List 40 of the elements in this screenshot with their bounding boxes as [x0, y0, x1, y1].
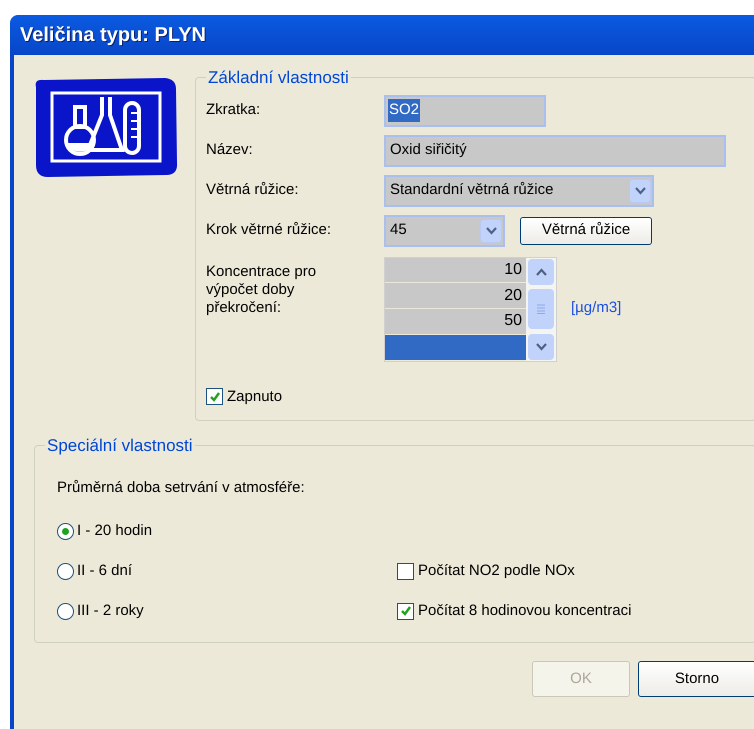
dialog-button[interactable]: Storno — [638, 661, 754, 697]
radio-label: III - 2 roky — [77, 600, 144, 621]
dropdown-value: Standardní větrná růžice — [390, 180, 554, 200]
field-label: Název: — [206, 140, 254, 160]
field-label: Koncentrace pro výpočet doby překročení: — [206, 262, 318, 316]
radio-button[interactable] — [57, 562, 74, 580]
radio-label: II - 6 dní — [77, 560, 132, 581]
group-title: Základní vlastnosti — [207, 67, 350, 89]
checkbox[interactable] — [397, 602, 414, 620]
checkbox-label: Počítat 8 hodinovou koncentraci — [418, 600, 632, 621]
wind-rose-button[interactable]: Větrná růžice — [520, 216, 652, 244]
list-row[interactable] — [385, 334, 526, 360]
unit-label: [µg/m3] — [571, 298, 622, 318]
name-field[interactable]: Oxid siřičitý — [384, 134, 726, 166]
group-title: Speciální vlastnosti — [46, 435, 194, 457]
dropdown-value: 45 — [390, 220, 407, 240]
field-label: Větrná růžice: — [206, 180, 300, 200]
concentration-list[interactable]: 10 20 50 — [384, 256, 557, 362]
list-row[interactable]: 10 — [385, 258, 526, 284]
checkbox-label: Počítat NO2 podle NOx — [418, 560, 575, 581]
field-label: Krok větrné růžice: — [206, 220, 332, 240]
checkbox[interactable] — [397, 562, 414, 580]
dropdown-button[interactable] — [629, 178, 651, 202]
checkbox[interactable] — [206, 388, 223, 406]
wind-step-dropdown[interactable]: 45 — [384, 214, 505, 246]
radio-button[interactable] — [57, 602, 74, 620]
abbreviation-field[interactable]: SO2 — [384, 94, 546, 126]
radio-button[interactable] — [57, 522, 74, 540]
field-label: Zkratka: — [206, 100, 262, 120]
question-text: Průměrná doba setrvání v atmosféře: — [57, 478, 306, 498]
radio-label: I - 20 hodin — [77, 520, 152, 541]
dropdown-button[interactable] — [480, 218, 502, 242]
field-value: SO2 — [388, 99, 420, 122]
scrollbar[interactable] — [526, 258, 556, 360]
grip-icon — [536, 304, 546, 314]
checkbox-label: Zapnuto — [227, 386, 282, 406]
window-title: Veličina typu: PLYN — [20, 23, 206, 48]
list-row[interactable]: 50 — [385, 309, 526, 335]
wind-rose-dropdown[interactable]: Standardní větrná růžice — [384, 174, 654, 206]
list-row[interactable]: 20 — [385, 283, 526, 309]
